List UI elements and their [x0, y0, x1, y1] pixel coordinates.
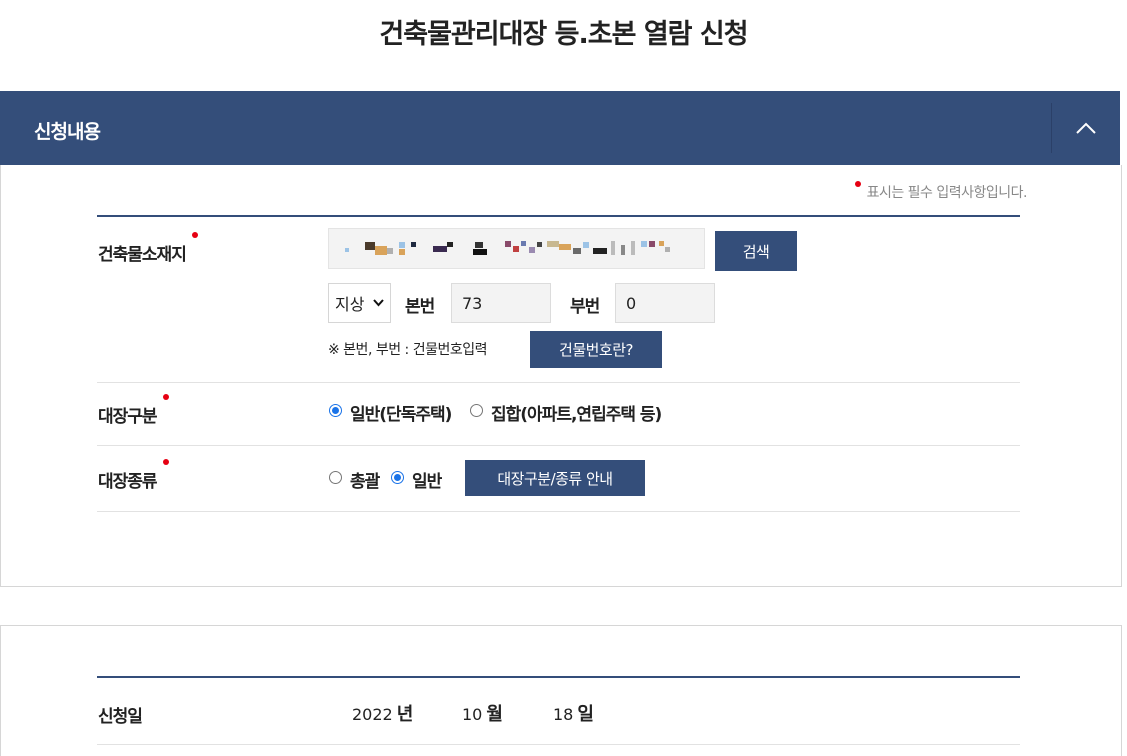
address-input[interactable] — [328, 228, 705, 269]
table-top-border — [97, 676, 1020, 678]
register-type-collective-radio[interactable] — [470, 404, 483, 417]
redacted-pixel — [641, 241, 647, 247]
redacted-pixel — [387, 248, 393, 254]
day-unit: 일 — [577, 704, 594, 725]
land-type-select[interactable]: 지상 — [328, 283, 391, 323]
redacted-pixel — [375, 246, 387, 255]
row-divider — [97, 744, 1020, 745]
date-panel — [0, 625, 1122, 756]
building-number-help-button[interactable]: 건물번호란? — [530, 331, 662, 368]
redacted-pixel — [583, 242, 589, 248]
register-kind-summary-radio[interactable] — [329, 471, 342, 484]
application-date-label: 신청일 — [98, 702, 143, 727]
required-note: 표시는 필수 입력사항입니다. — [854, 181, 1028, 202]
redacted-pixel — [573, 248, 581, 254]
register-kind-general-radio[interactable] — [391, 471, 404, 484]
section-header: 신청내용 — [0, 91, 1120, 165]
redacted-pixel — [593, 248, 607, 254]
redacted-pixel — [505, 241, 511, 247]
redacted-pixel — [611, 241, 615, 255]
redacted-pixel — [529, 247, 535, 253]
register-type-general-label[interactable]: 일반(단독주택) — [350, 400, 452, 425]
register-type-general-radio[interactable] — [329, 404, 342, 417]
chevron-up-icon — [1076, 122, 1096, 134]
redacted-pixel — [345, 248, 349, 252]
redacted-pixel — [621, 245, 625, 255]
register-type-collective-label[interactable]: 집합(아파트,연립주택 등) — [491, 400, 662, 425]
redacted-pixel — [559, 244, 571, 250]
chevron-down-icon — [373, 299, 384, 307]
register-type-label-text: 대장구분 — [98, 407, 158, 427]
redacted-pixel — [399, 249, 405, 255]
register-kind-summary-label[interactable]: 총괄 — [350, 467, 380, 492]
month-value: 10 — [462, 705, 483, 724]
required-note-text: 표시는 필수 입력사항입니다. — [866, 185, 1028, 201]
register-kind-general-label[interactable]: 일반 — [412, 467, 442, 492]
application-month: 10 월 — [462, 700, 503, 726]
redacted-pixel — [537, 242, 542, 247]
required-dot-icon — [162, 394, 169, 400]
redacted-pixel — [521, 241, 526, 246]
application-day: 18 일 — [553, 700, 594, 726]
main-number-input[interactable]: 73 — [451, 283, 551, 323]
redacted-pixel — [399, 242, 405, 248]
section-title: 신청내용 — [34, 121, 101, 143]
collapse-button[interactable] — [1052, 91, 1120, 165]
building-location-label-text: 건축물소재지 — [98, 245, 187, 265]
page-title: 건축물관리대장 등.초본 열람 신청 — [379, 19, 748, 50]
register-kind-label: 대장종류 — [98, 459, 169, 492]
sub-number-label: 부번 — [570, 297, 600, 317]
redacted-pixel — [365, 242, 375, 250]
register-type-label: 대장구분 — [98, 394, 169, 427]
redacted-pixel — [447, 242, 453, 247]
row-divider — [97, 445, 1020, 446]
redacted-pixel — [631, 241, 635, 255]
required-dot-icon — [854, 181, 861, 187]
year-value: 2022 — [352, 705, 393, 724]
application-year: 2022 년 — [352, 700, 413, 726]
day-value: 18 — [553, 705, 574, 724]
building-number-hint: ※ 본번, 부번 : 건물번호입력 — [328, 342, 488, 358]
redacted-pixel — [513, 246, 519, 252]
building-location-label: 건축물소재지 — [98, 232, 198, 265]
month-unit: 월 — [486, 704, 503, 725]
redacted-pixel — [475, 242, 483, 248]
redacted-pixel — [411, 242, 416, 247]
redacted-pixel — [547, 241, 559, 247]
register-guide-button[interactable]: 대장구분/종류 안내 — [465, 460, 645, 496]
redacted-pixel — [473, 249, 487, 255]
required-dot-icon — [162, 459, 169, 465]
row-divider — [97, 511, 1020, 512]
application-date-label-text: 신청일 — [98, 707, 143, 727]
row-divider — [97, 382, 1020, 383]
redacted-pixel — [649, 241, 655, 247]
redacted-pixel — [433, 246, 447, 252]
redacted-pixel — [665, 247, 670, 252]
year-unit: 년 — [396, 704, 414, 725]
table-top-border — [97, 215, 1020, 217]
register-kind-label-text: 대장종류 — [98, 472, 158, 492]
land-type-value: 지상 — [335, 295, 365, 314]
sub-number-input[interactable]: 0 — [615, 283, 715, 323]
redacted-pixel — [659, 241, 664, 246]
required-dot-icon — [191, 232, 198, 238]
search-button[interactable]: 검색 — [715, 231, 797, 271]
main-number-label: 본번 — [405, 297, 435, 317]
